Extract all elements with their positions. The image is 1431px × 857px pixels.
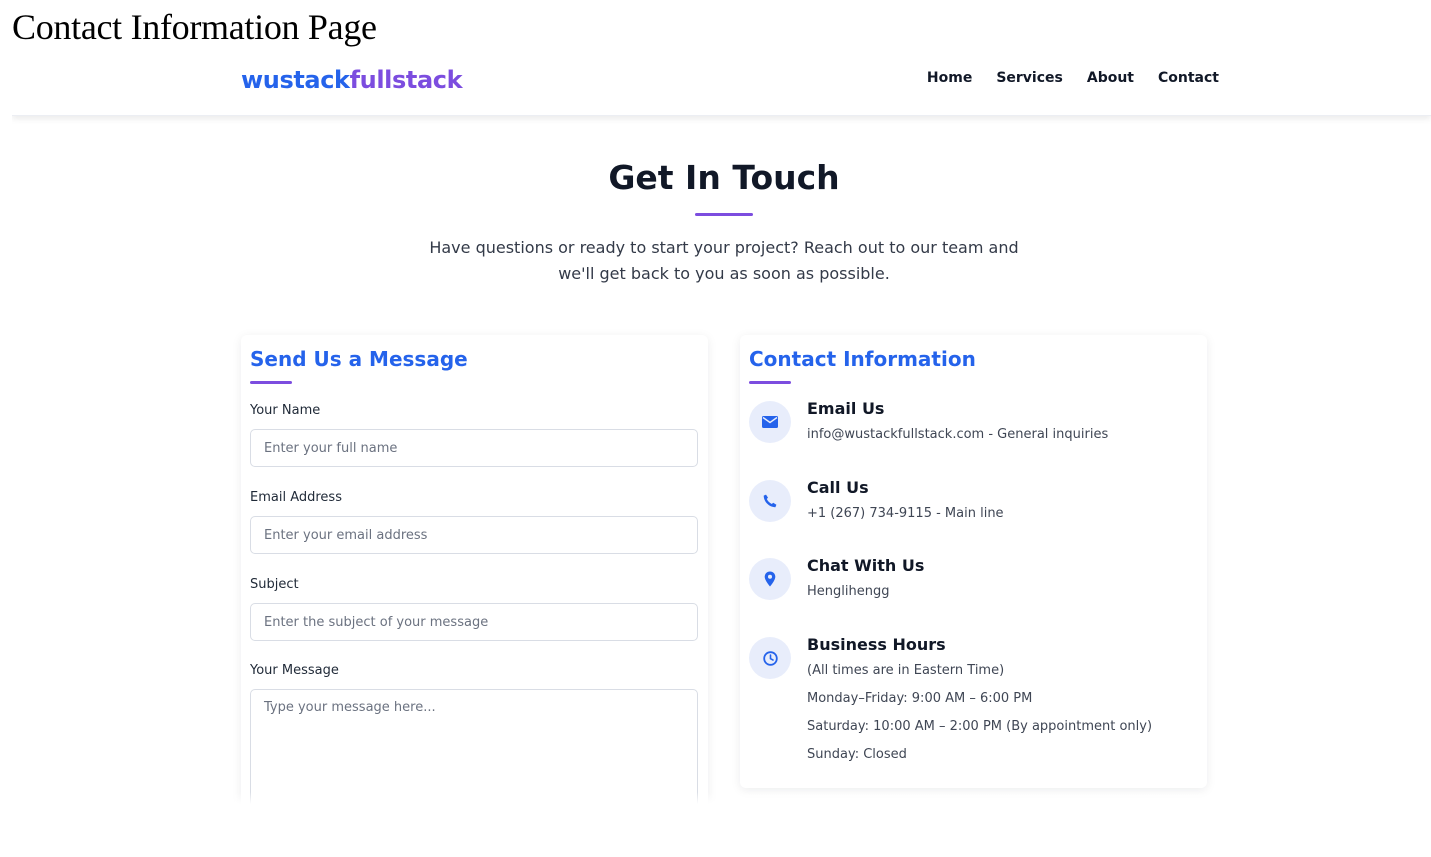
nav-link-about[interactable]: About <box>1087 70 1134 86</box>
chat-text: Henglihengg <box>807 584 890 599</box>
email-input[interactable] <box>250 516 698 554</box>
logo-part-2: fullstack <box>349 66 463 94</box>
hours-line: (All times are in Eastern Time) <box>807 663 1005 678</box>
message-label: Your Message <box>250 663 339 678</box>
info-title-divider <box>749 381 791 384</box>
subject-input[interactable] <box>250 603 698 641</box>
hero-divider <box>695 213 753 216</box>
contact-info-card: Contact Information Email Us info@wustac… <box>740 335 1207 788</box>
phone-icon <box>749 480 791 522</box>
hero-subtitle: Have questions or ready to start your pr… <box>429 238 1019 283</box>
nav-link-services[interactable]: Services <box>996 70 1063 86</box>
viewport-bottom-fade <box>12 792 1431 804</box>
clock-icon <box>749 637 791 679</box>
email-label: Email Address <box>250 490 342 505</box>
message-form-card: Send Us a Message Your Name Email Addres… <box>241 335 708 804</box>
nav-link-home[interactable]: Home <box>927 70 972 86</box>
hours-line: Monday–Friday: 9:00 AM – 6:00 PM <box>807 691 1033 706</box>
name-input[interactable] <box>250 429 698 467</box>
hours-line: Saturday: 10:00 AM – 2:00 PM (By appoint… <box>807 719 1153 734</box>
hero-title: Get In Touch <box>608 158 840 197</box>
browser-viewport: wustackfullstack Home Services About Con… <box>12 52 1431 804</box>
envelope-icon <box>749 401 791 443</box>
nav-link-contact[interactable]: Contact <box>1158 70 1219 86</box>
subject-label: Subject <box>250 577 299 592</box>
info-title: Contact Information <box>749 347 976 371</box>
navbar: wustackfullstack Home Services About Con… <box>12 52 1431 116</box>
form-title-divider <box>250 381 292 384</box>
location-pin-icon <box>749 558 791 600</box>
form-title: Send Us a Message <box>250 347 468 371</box>
email-text[interactable]: info@wustackfullstack.com - General inqu… <box>807 427 1108 442</box>
page-caption: Contact Information Page <box>12 7 377 47</box>
nav-links: Home Services About Contact <box>927 70 1219 86</box>
hours-line: Sunday: Closed <box>807 747 907 762</box>
logo-part-1: wustack <box>241 66 350 94</box>
chat-heading: Chat With Us <box>807 556 925 575</box>
name-label: Your Name <box>250 403 321 418</box>
phone-text[interactable]: +1 (267) 734-9115 - Main line <box>807 506 1004 521</box>
email-heading: Email Us <box>807 399 885 418</box>
site-logo[interactable]: wustackfullstack <box>241 66 463 94</box>
phone-heading: Call Us <box>807 478 869 497</box>
message-textarea[interactable] <box>250 689 698 804</box>
hours-heading: Business Hours <box>807 635 946 654</box>
